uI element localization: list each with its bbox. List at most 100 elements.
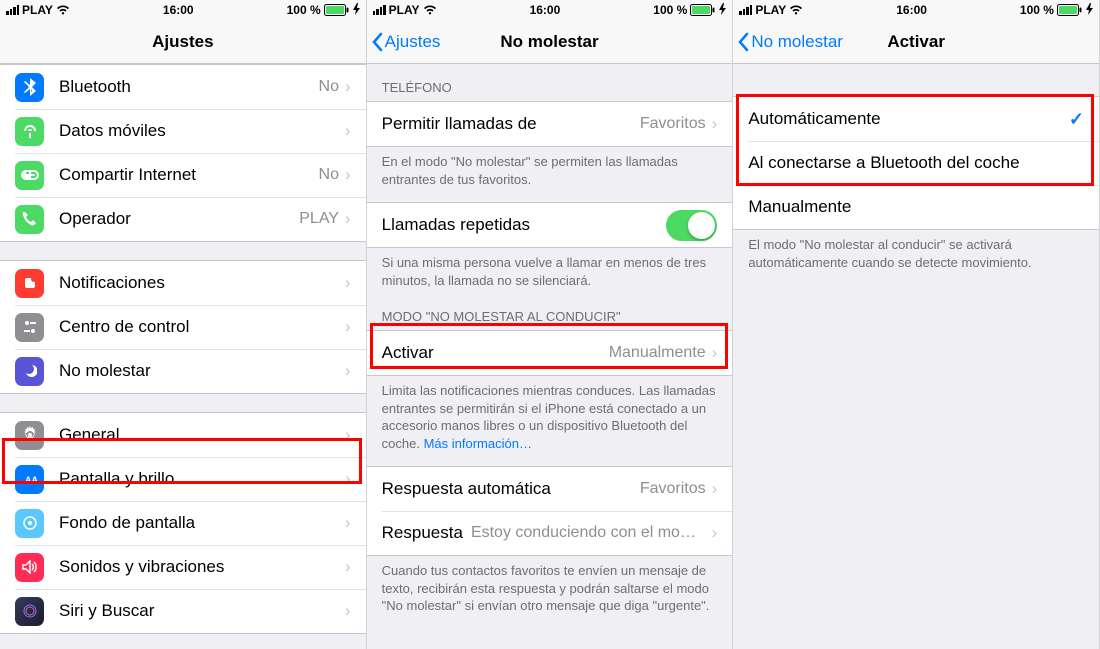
cell-label: Pantalla y brillo (59, 469, 345, 489)
chevron-right-icon: › (345, 77, 351, 97)
chevron-right-icon: › (345, 469, 351, 489)
settings-screen: PLAY 16:00 100 % Ajustes Bluetooth No › … (0, 0, 367, 649)
row-sounds[interactable]: Sonidos y vibraciones › (0, 545, 366, 589)
siri-icon (15, 597, 44, 626)
cell-label: Compartir Internet (59, 165, 319, 185)
nav-title: No molestar (500, 32, 598, 52)
nav-bar: Ajustes (0, 20, 366, 64)
status-bar: PLAY 16:00 100 % (367, 0, 733, 20)
moon-icon (15, 357, 44, 386)
chevron-right-icon: › (345, 601, 351, 621)
chevron-right-icon: › (345, 513, 351, 533)
header-drive: MODO "NO MOLESTAR AL CONDUCIR" (367, 303, 733, 330)
chevron-right-icon: › (712, 343, 718, 363)
charging-icon (719, 3, 726, 18)
cell-label: Respuesta automática (382, 479, 640, 499)
wifi-icon (789, 5, 803, 15)
row-control-center[interactable]: Centro de control › (0, 305, 366, 349)
chevron-right-icon: › (712, 479, 718, 499)
chevron-right-icon: › (345, 209, 351, 229)
option-manual[interactable]: Manualmente (733, 185, 1099, 229)
cell-label: Siri y Buscar (59, 601, 345, 621)
row-siri[interactable]: Siri y Buscar › (0, 589, 366, 633)
row-dnd[interactable]: No molestar › (0, 349, 366, 393)
bluetooth-icon (15, 73, 44, 102)
chevron-right-icon: › (345, 165, 351, 185)
nav-bar: Ajustes No molestar (367, 20, 733, 64)
status-bar: PLAY 16:00 100 % (0, 0, 366, 20)
nav-bar: No molestar Activar (733, 20, 1099, 64)
option-auto[interactable]: Automáticamente ✓ (733, 97, 1099, 141)
sounds-icon (15, 553, 44, 582)
back-button[interactable]: No molestar (737, 20, 843, 63)
chevron-left-icon (371, 32, 383, 52)
cell-label: Automáticamente (748, 109, 1069, 129)
gear-icon (15, 421, 44, 450)
row-hotspot[interactable]: Compartir Internet No › (0, 153, 366, 197)
chevron-right-icon: › (712, 114, 718, 134)
back-label: Ajustes (385, 32, 441, 52)
cell-value: No (319, 78, 339, 96)
header-phone: TELÉFONO (367, 64, 733, 101)
more-info-link[interactable]: Más información… (424, 436, 532, 451)
cell-label: Operador (59, 209, 299, 229)
clock: 16:00 (163, 3, 194, 17)
row-wallpaper[interactable]: Fondo de pantalla › (0, 501, 366, 545)
check-icon: ✓ (1069, 109, 1084, 130)
clock: 16:00 (530, 3, 561, 17)
chevron-right-icon: › (345, 317, 351, 337)
back-label: No molestar (751, 32, 843, 52)
carrier-label: PLAY (389, 3, 420, 17)
signal-icon (739, 5, 752, 15)
activate-screen: PLAY 16:00 100 % No molestar Activar Aut… (733, 0, 1100, 649)
cell-label: Activar (382, 343, 609, 363)
row-general[interactable]: General › (0, 413, 366, 457)
battery-icon (1057, 4, 1083, 16)
toggle-repeat-calls[interactable] (666, 210, 717, 241)
chevron-right-icon: › (345, 121, 351, 141)
cell-value: Favoritos (640, 115, 706, 133)
antenna-icon (15, 117, 44, 146)
wallpaper-icon (15, 509, 44, 538)
phone-icon (15, 205, 44, 234)
row-auto-reply[interactable]: Respuesta Estoy conduciendo con el mo… › (367, 511, 733, 555)
cell-label: No molestar (59, 361, 345, 381)
back-button[interactable]: Ajustes (371, 20, 441, 63)
footer-activate-mode: El modo "No molestar al conducir" se act… (733, 230, 1099, 285)
nav-title: Ajustes (152, 32, 213, 52)
hotspot-icon (15, 161, 44, 190)
row-display[interactable]: AA Pantalla y brillo › (0, 457, 366, 501)
wifi-icon (423, 5, 437, 15)
row-repeat-calls[interactable]: Llamadas repetidas (367, 203, 733, 247)
row-mobile-data[interactable]: Datos móviles › (0, 109, 366, 153)
cell-value: Manualmente (609, 344, 706, 362)
cell-label: Permitir llamadas de (382, 114, 640, 134)
row-notifications[interactable]: Notificaciones › (0, 261, 366, 305)
chevron-right-icon: › (345, 425, 351, 445)
row-bluetooth[interactable]: Bluetooth No › (0, 65, 366, 109)
clock: 16:00 (896, 3, 927, 17)
carrier-label: PLAY (755, 3, 786, 17)
nav-title: Activar (887, 32, 945, 52)
row-carrier[interactable]: Operador PLAY › (0, 197, 366, 241)
option-bluetooth[interactable]: Al conectarse a Bluetooth del coche (733, 141, 1099, 185)
row-auto-reply-to[interactable]: Respuesta automática Favoritos › (367, 467, 733, 511)
battery-percent: 100 % (287, 3, 321, 17)
chevron-left-icon (737, 32, 749, 52)
row-activate[interactable]: Activar Manualmente › (367, 331, 733, 375)
charging-icon (353, 3, 360, 18)
display-icon: AA (15, 465, 44, 494)
cell-label: Bluetooth (59, 77, 319, 97)
row-allow-calls[interactable]: Permitir llamadas de Favoritos › (367, 102, 733, 146)
cell-label: Sonidos y vibraciones (59, 557, 345, 577)
cell-value: Estoy conduciendo con el mo… (471, 524, 706, 542)
signal-icon (6, 5, 19, 15)
footer-allow-calls: En el modo "No molestar" se permiten las… (367, 147, 733, 202)
cell-label: Fondo de pantalla (59, 513, 345, 533)
status-bar: PLAY 16:00 100 % (733, 0, 1099, 20)
cell-label: Al conectarse a Bluetooth del coche (748, 153, 1084, 173)
wifi-icon (56, 5, 70, 15)
chevron-right-icon: › (345, 361, 351, 381)
cell-label: General (59, 425, 345, 445)
footer-auto-reply: Cuando tus contactos favoritos te envíen… (367, 556, 733, 629)
